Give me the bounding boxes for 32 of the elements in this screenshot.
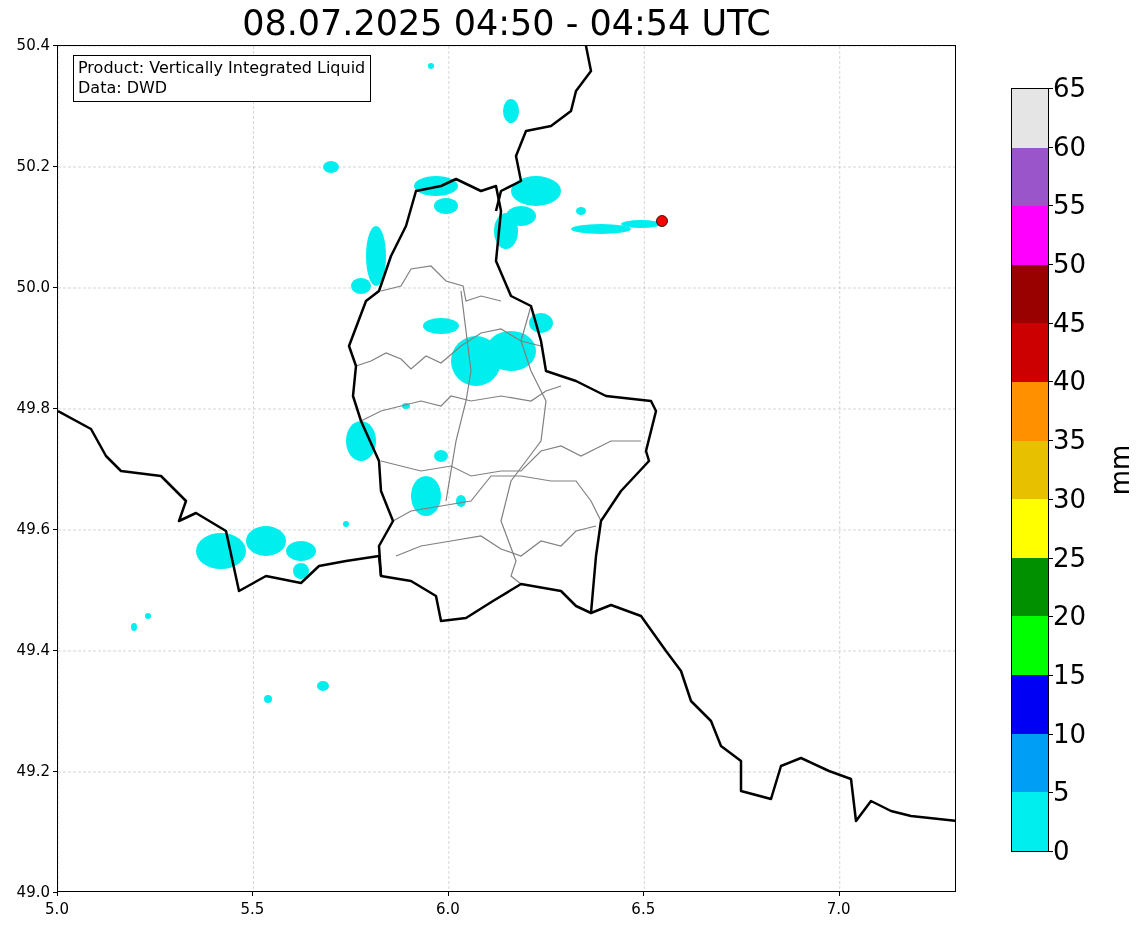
colorbar-tick-label: 35 — [1053, 426, 1087, 455]
x-tick-label: 6.0 — [435, 901, 460, 917]
chart-title: 08.07.2025 04:50 - 04:54 UTC — [241, 2, 772, 45]
colorbar-tick-label: 65 — [1053, 74, 1087, 102]
location-marker — [656, 215, 668, 227]
colorbar-tick-label: 55 — [1053, 191, 1087, 220]
y-tick-label: 50.4 — [16, 37, 50, 53]
colorbar-tick-label: 45 — [1053, 308, 1087, 337]
y-tick-label: 49.6 — [16, 521, 50, 537]
x-tick-label: 5.0 — [45, 901, 69, 917]
colorbar-tick-label: 15 — [1053, 660, 1087, 689]
y-tick-label: 49.4 — [16, 642, 50, 658]
colorbar-tick-label: 30 — [1053, 484, 1087, 513]
x-tick-label: 7.0 — [826, 901, 851, 917]
info-text: Data: DWD — [78, 78, 169, 98]
y-tick-label: 49.2 — [16, 763, 50, 779]
colorbar-unit-label: mm — [1105, 444, 1136, 496]
info-text: Product: Vertically Integrated Liquid — [78, 58, 366, 78]
colorbar-tick-label: 20 — [1053, 602, 1087, 631]
colorbar-tick-label: 25 — [1053, 543, 1087, 572]
y-tick-label: 50.0 — [16, 279, 50, 295]
y-tick-label: 49.0 — [16, 884, 50, 900]
y-tick-label: 49.8 — [16, 400, 50, 416]
colorbar-tick-label: 5 — [1053, 778, 1070, 807]
colorbar-tick-label: 60 — [1053, 132, 1087, 161]
colorbar-tick-label: 0 — [1053, 837, 1070, 865]
colorbar-tick-label: 10 — [1053, 719, 1087, 748]
x-tick-label: 5.5 — [240, 901, 265, 917]
colorbar-tick-label: 40 — [1053, 367, 1087, 396]
y-tick-label: 50.2 — [16, 158, 50, 174]
colorbar-tick-label: 50 — [1053, 250, 1087, 279]
x-tick-label: 6.5 — [631, 901, 656, 917]
